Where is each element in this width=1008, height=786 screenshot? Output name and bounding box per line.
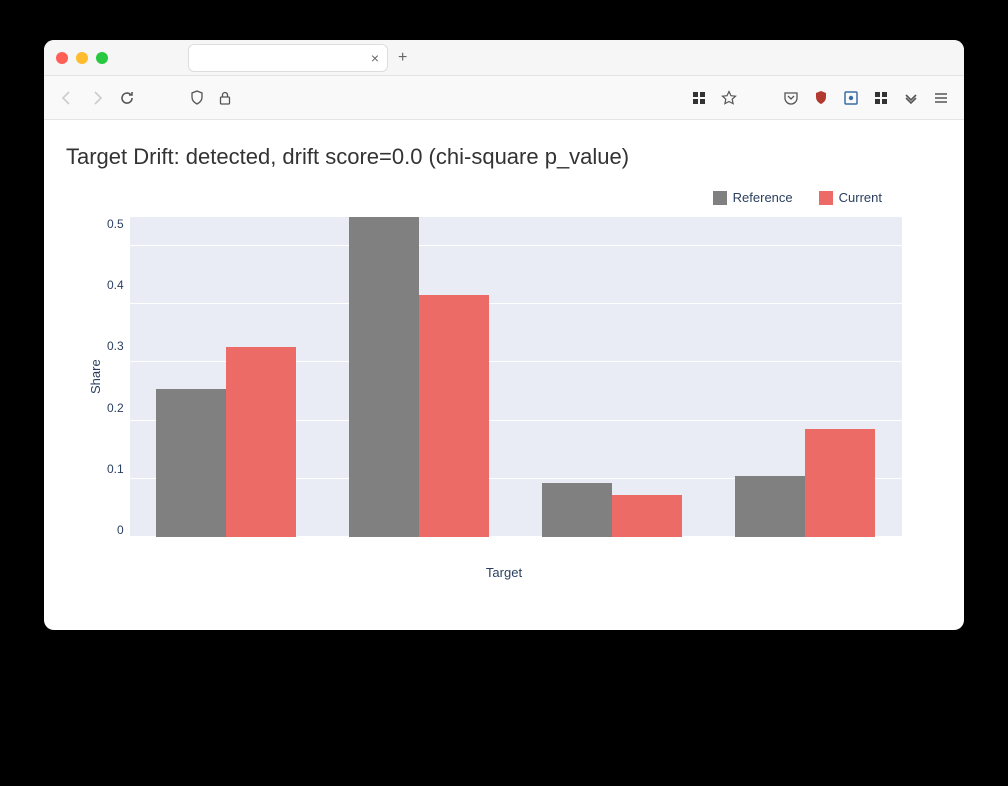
- star-icon[interactable]: [720, 89, 738, 107]
- y-axis: 0.5 0.4 0.3 0.2 0.1 0: [107, 217, 130, 537]
- legend-swatch-reference: [713, 191, 727, 205]
- browser-toolbar: [44, 76, 964, 120]
- y-tick: 0: [117, 523, 124, 537]
- y-tick: 0.5: [107, 217, 124, 231]
- bar-current[interactable]: [226, 347, 296, 537]
- bar-group: [709, 217, 902, 537]
- titlebar: × +: [44, 40, 964, 76]
- bar-current[interactable]: [612, 495, 682, 537]
- bar-group: [516, 217, 709, 537]
- y-tick: 0.4: [107, 278, 124, 292]
- forward-button[interactable]: [88, 89, 106, 107]
- back-button[interactable]: [58, 89, 76, 107]
- bar-reference[interactable]: [349, 217, 419, 537]
- legend-item-current[interactable]: Current: [819, 190, 882, 205]
- page-content: Target Drift: detected, drift score=0.0 …: [44, 120, 964, 630]
- pocket-icon[interactable]: [782, 89, 800, 107]
- shield-icon[interactable]: [188, 89, 206, 107]
- overflow-icon[interactable]: [902, 89, 920, 107]
- lock-icon[interactable]: [216, 89, 234, 107]
- legend-item-reference[interactable]: Reference: [713, 190, 793, 205]
- bar-current[interactable]: [419, 295, 489, 537]
- y-tick: 0.2: [107, 401, 124, 415]
- legend-label-current: Current: [839, 190, 882, 205]
- reload-button[interactable]: [118, 89, 136, 107]
- bar-group: [130, 217, 323, 537]
- legend-label-reference: Reference: [733, 190, 793, 205]
- extension-icon-1[interactable]: [842, 89, 860, 107]
- bar-current[interactable]: [805, 429, 875, 537]
- close-window-button[interactable]: [56, 52, 68, 64]
- ublock-icon[interactable]: [812, 89, 830, 107]
- close-tab-icon[interactable]: ×: [371, 50, 379, 66]
- extension-icon-2[interactable]: [872, 89, 890, 107]
- y-tick: 0.3: [107, 339, 124, 353]
- bar-reference[interactable]: [542, 483, 612, 537]
- y-axis-label: Share: [84, 217, 107, 537]
- bars-container: [130, 217, 902, 537]
- browser-window: × +: [44, 40, 964, 630]
- bar-reference[interactable]: [156, 389, 226, 537]
- browser-tab[interactable]: ×: [188, 44, 388, 72]
- chart-legend: Reference Current: [66, 190, 942, 205]
- chart-card: Target Drift: detected, drift score=0.0 …: [56, 136, 952, 600]
- new-tab-button[interactable]: +: [398, 49, 407, 67]
- minimize-window-button[interactable]: [76, 52, 88, 64]
- legend-swatch-current: [819, 191, 833, 205]
- maximize-window-button[interactable]: [96, 52, 108, 64]
- window-controls: [56, 52, 108, 64]
- chart-title: Target Drift: detected, drift score=0.0 …: [66, 144, 942, 170]
- grid-icon[interactable]: [690, 89, 708, 107]
- plot-wrap: Share 0.5 0.4 0.3 0.2 0.1 0: [66, 217, 942, 537]
- y-tick: 0.1: [107, 462, 124, 476]
- x-axis-label: Target: [66, 565, 942, 580]
- bar-group: [323, 217, 516, 537]
- bar-reference[interactable]: [735, 476, 805, 537]
- menu-icon[interactable]: [932, 89, 950, 107]
- plot-area[interactable]: [130, 217, 902, 537]
